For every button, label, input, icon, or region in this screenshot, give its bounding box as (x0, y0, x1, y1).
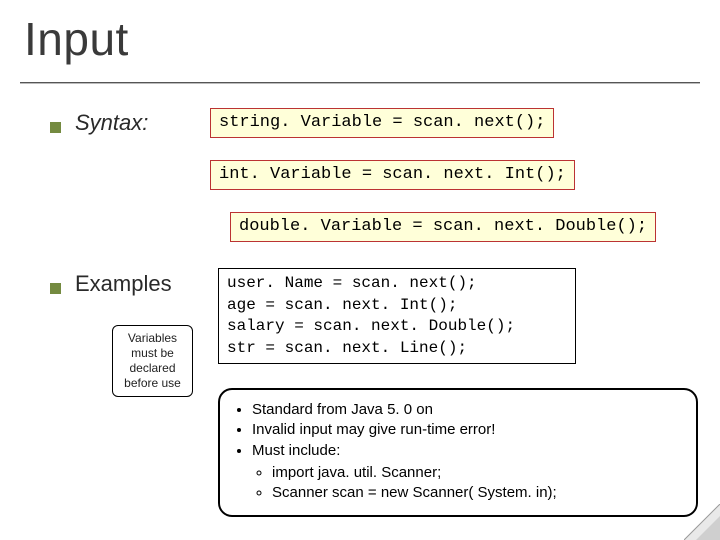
note-item: Must include: import java. util. Scanner… (252, 441, 682, 504)
syntax-box-int: int. Variable = scan. next. Int(); (210, 160, 575, 190)
syntax-box-string: string. Variable = scan. next(); (210, 108, 554, 138)
bullet-square-icon (50, 122, 61, 133)
note-item: Invalid input may give run-time error! (252, 420, 682, 440)
callout-text: Variables must be declared before use (124, 331, 181, 390)
title-underline (20, 82, 700, 83)
slide: Input Syntax: string. Variable = scan. n… (0, 0, 720, 540)
bullet-square-icon (50, 283, 61, 294)
page-curl-icon (684, 504, 720, 540)
slide-title: Input (24, 12, 129, 66)
examples-code-box: user. Name = scan. next(); age = scan. n… (218, 268, 576, 364)
note-subitem: import java. util. Scanner; (272, 463, 682, 483)
note-item-label: Must include: (252, 442, 340, 459)
note-subitem: Scanner scan = new Scanner( System. in); (272, 483, 682, 503)
syntax-box-double: double. Variable = scan. next. Double(); (230, 212, 656, 242)
notes-box: Standard from Java 5. 0 on Invalid input… (218, 388, 698, 517)
note-item: Standard from Java 5. 0 on (252, 400, 682, 420)
callout-note: Variables must be declared before use (112, 325, 193, 397)
examples-label: Examples (75, 271, 172, 297)
syntax-label: Syntax: (75, 110, 148, 136)
